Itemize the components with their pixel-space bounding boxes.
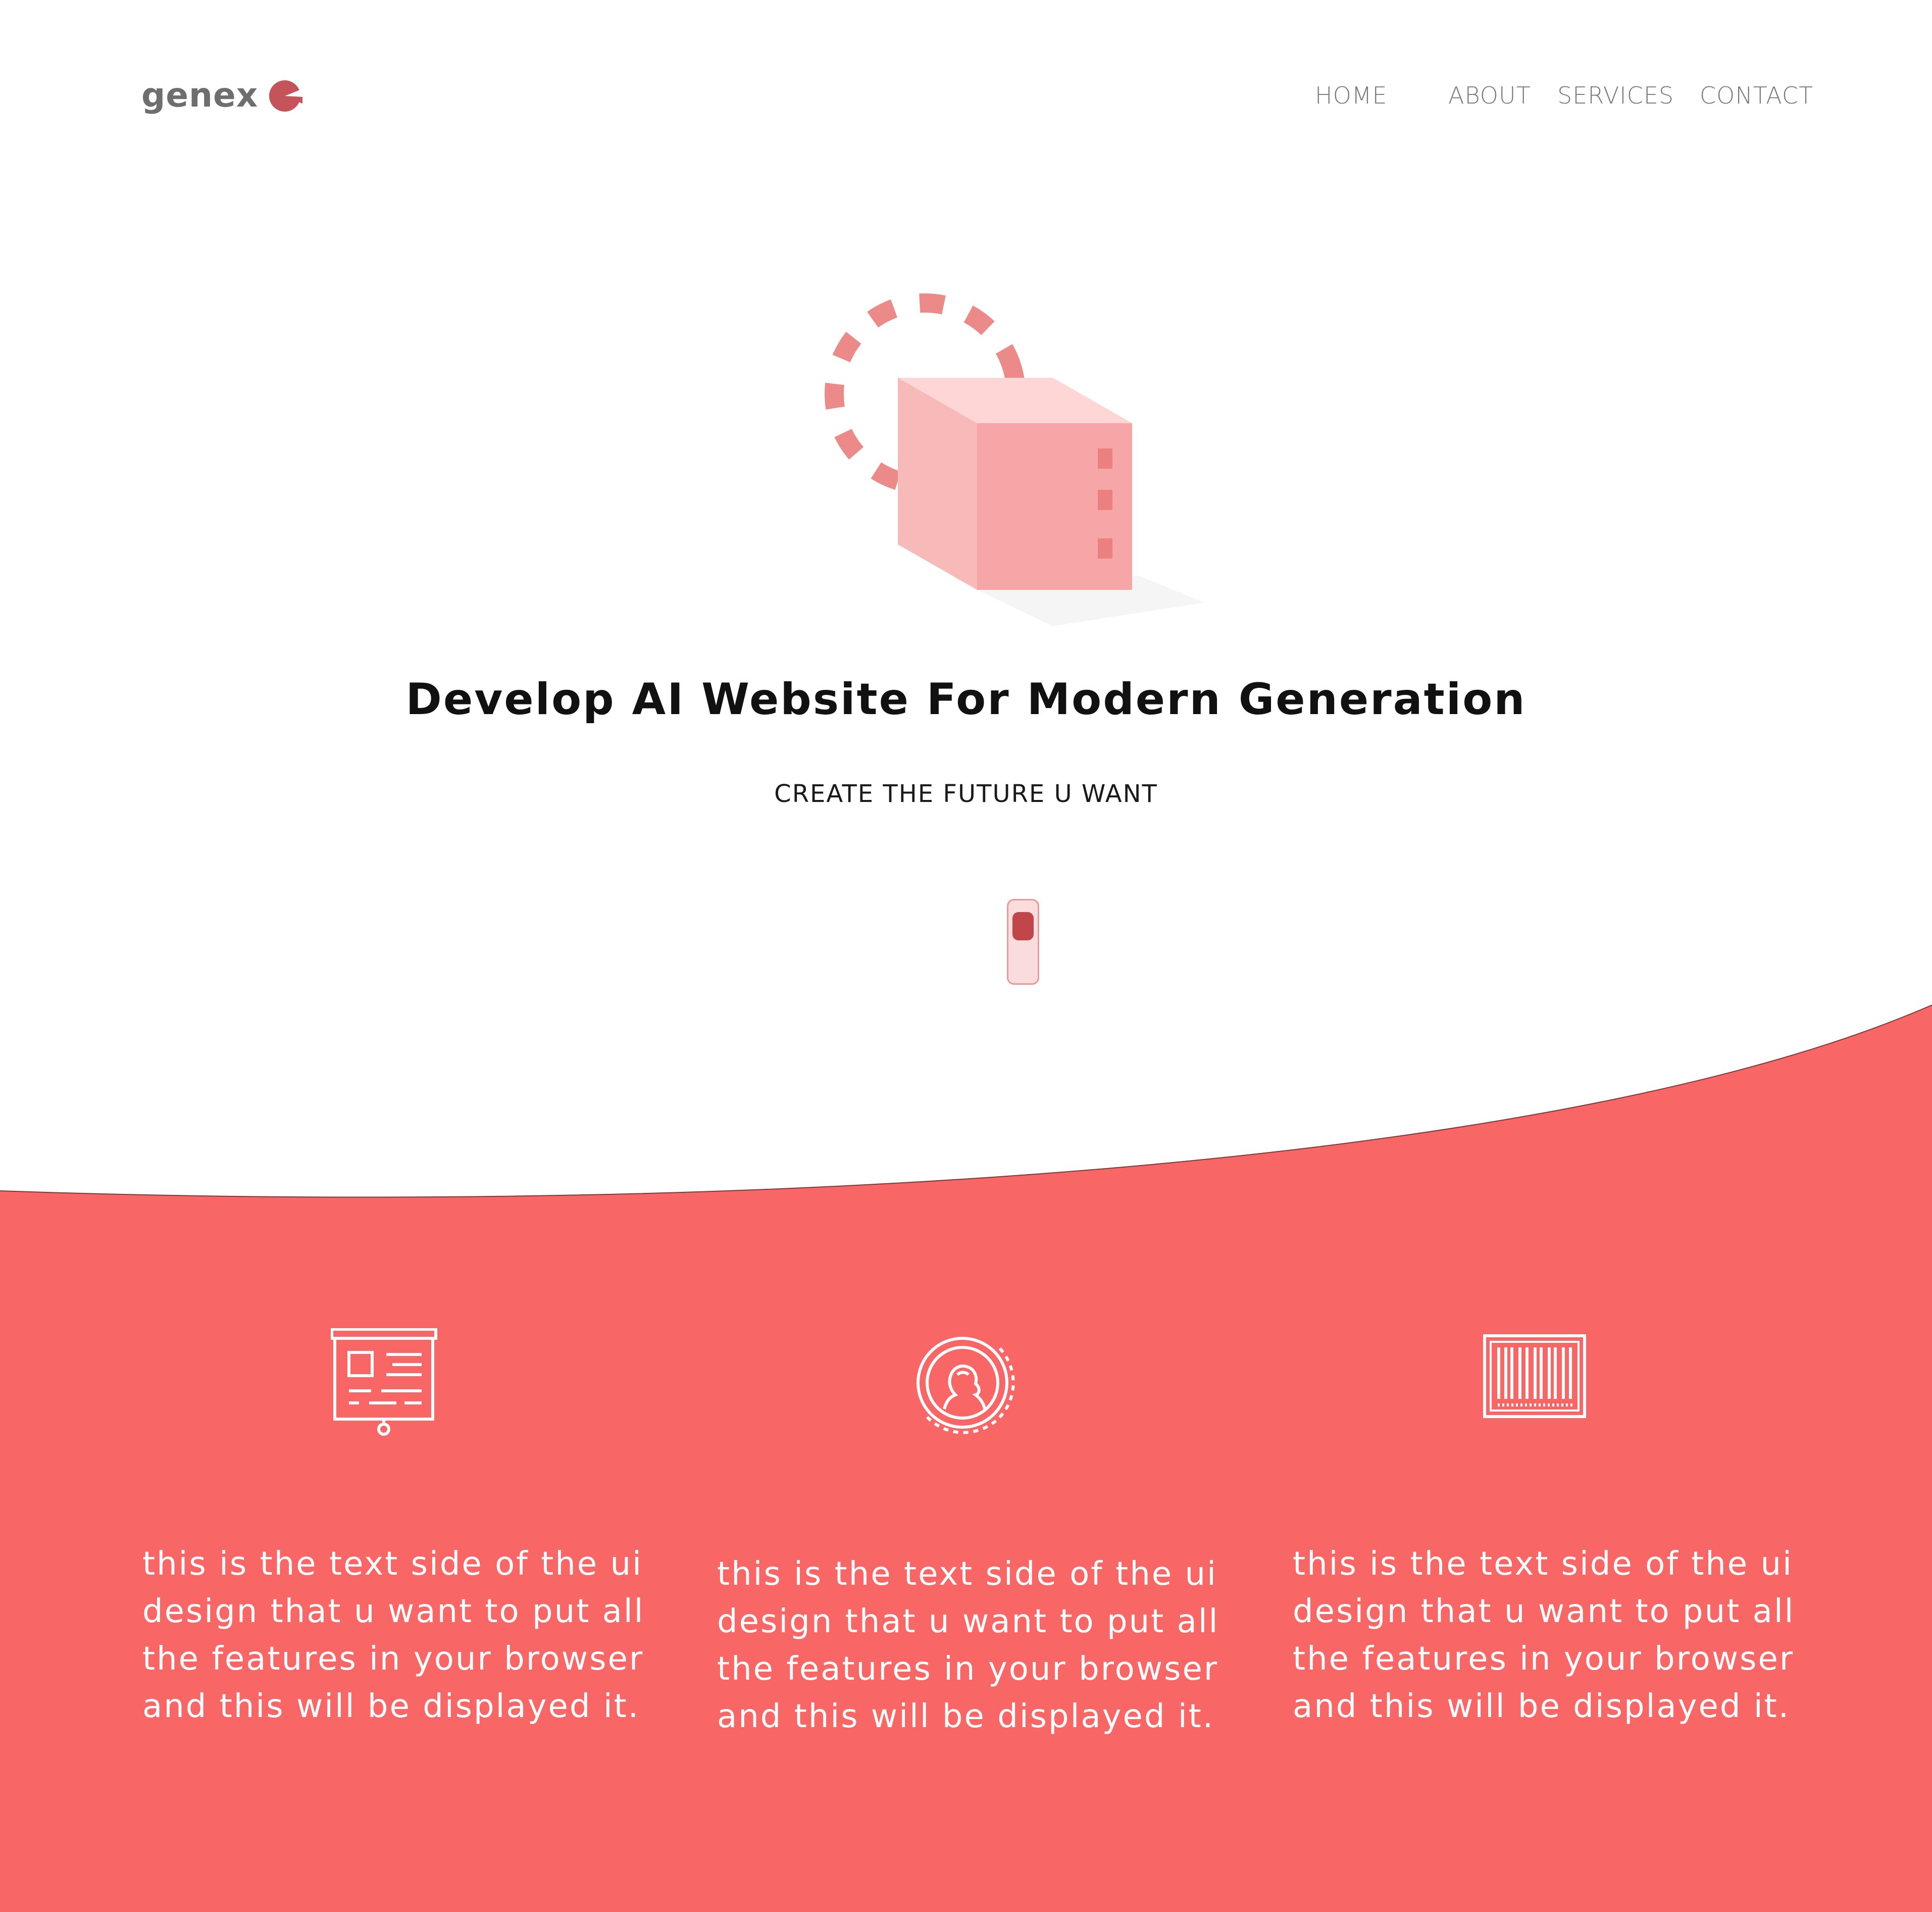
hero-subheadline: CREATE THE FUTURE U WANT	[774, 780, 1158, 808]
nav-services-link[interactable]: SERVICES	[1557, 82, 1674, 109]
nav-home-link[interactable]: HOME	[1315, 82, 1388, 109]
mouse-scroll-icon[interactable]	[1007, 899, 1039, 985]
scroll-wheel	[1012, 912, 1034, 940]
feature-text-3: this is the text side of the ui design t…	[1293, 1545, 1795, 1725]
hero-headline: Develop AI Website For Modern Generation	[405, 674, 1527, 725]
nav-about-link[interactable]: ABOUT	[1448, 82, 1531, 109]
pacman-logo-icon	[269, 80, 303, 112]
cube-illustration	[825, 293, 1204, 626]
feature-text-1: this is the text side of the ui design t…	[142, 1545, 645, 1725]
features-section-background	[0, 1004, 1932, 1912]
coin-portrait-icon	[917, 1337, 1015, 1434]
nav-contact-link[interactable]: CONTACT	[1700, 82, 1813, 109]
brand-name: genex	[141, 76, 259, 115]
feature-text-2: this is the text side of the ui design t…	[717, 1555, 1219, 1735]
presentation-board-icon	[331, 1328, 437, 1436]
barcode-icon	[1483, 1334, 1586, 1418]
brand-logo[interactable]: genex	[141, 76, 303, 115]
